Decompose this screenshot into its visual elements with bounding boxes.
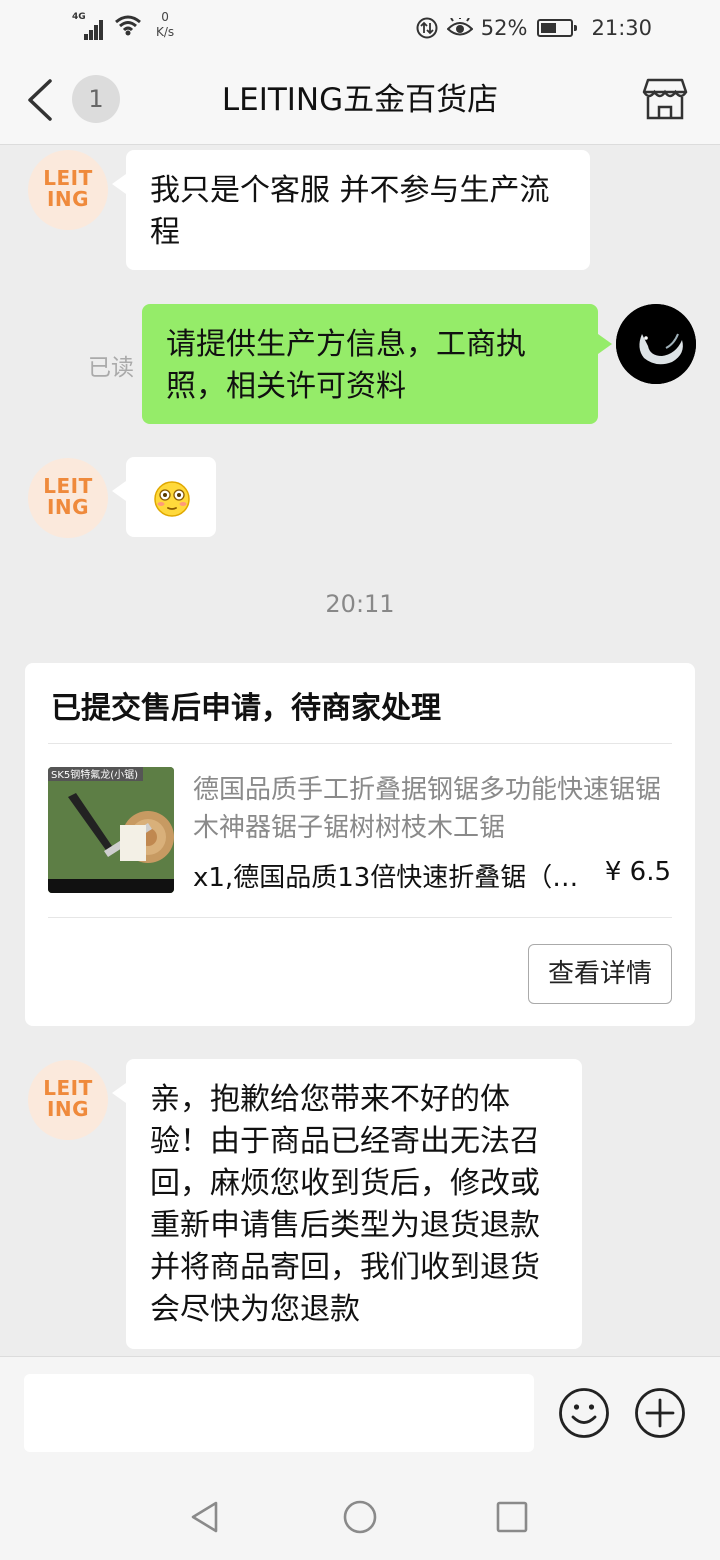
data-saver-icon [416,17,438,39]
avatar-text-line2: ING [46,495,90,519]
storefront-icon[interactable] [642,76,688,122]
avatar-text-line1: LEIT [43,166,93,190]
circle-home-icon[interactable] [343,1500,377,1534]
product-image: SK5钢特氟龙(小锯) [48,767,174,893]
message-bubble-received[interactable]: 我只是个客服 并不参与生产流程 [112,150,590,270]
message-input-bar [0,1356,720,1475]
system-navigation-bar [0,1475,720,1560]
avatar-text-line1: LEIT [43,474,93,498]
status-bar: 4G 0 K/s 52% 21:30 [0,0,720,56]
read-receipt: 已读 [88,355,134,381]
triangle-back-icon[interactable] [188,1500,222,1534]
divider [48,917,672,918]
network-speed-value: 0 [161,10,169,24]
user-avatar[interactable] [616,304,696,384]
thumbnail-banner: SK5钢特氟龙(小锯) [51,768,138,781]
battery-icon [537,19,578,37]
product-thumbnail[interactable]: SK5钢特氟龙(小锯) [48,767,174,893]
network-type: 4G [72,12,86,22]
shop-avatar[interactable]: LEIT ING [28,1060,108,1140]
status-right: 52% 21:30 [415,12,652,44]
avatar-text-line2: ING [46,1097,90,1121]
avatar-text-line2: ING [46,187,90,211]
message-bubble-received[interactable] [112,457,216,537]
signal-icon: 4G [72,12,106,40]
aftersale-card[interactable]: 已提交售后申请，待商家处理 SK5钢特氟龙(小锯) 德国品质手工折叠据钢锯多功能… [25,663,695,1026]
shop-avatar[interactable]: LEIT ING [28,458,108,538]
unread-count-badge[interactable]: 1 [72,75,120,123]
user-avatar-image [616,304,696,384]
chat-area[interactable]: LEIT ING 我只是个客服 并不参与生产流程 已读 请提供生产方信息，工商执… [0,146,720,1356]
status-left: 4G 0 K/s [72,10,174,46]
eye-comfort-icon [446,18,473,36]
chevron-left-icon[interactable] [24,78,58,122]
flushed-face-emoji [154,481,190,517]
network-speed: 0 K/s [156,10,174,40]
status-time: 21:30 [591,16,652,40]
message-bubble-received[interactable]: 亲，抱歉给您带来不好的体验！由于商品已经寄出无法召回，麻烦您收到货后，修改或重新… [112,1059,582,1349]
page-title: LEITING五金百货店 [221,82,499,118]
product-spec: x1,德国品质13倍快速折叠锯（小锯） [193,863,585,893]
wifi-icon [115,15,141,36]
view-details-button[interactable]: 查看详情 [528,944,672,1004]
aftersale-card-title: 已提交售后申请，待商家处理 [51,691,441,726]
square-recents-icon[interactable] [495,1500,529,1534]
shop-avatar[interactable]: LEIT ING [28,150,108,230]
product-name[interactable]: 德国品质手工折叠据钢锯多功能快速锯锯木神器锯子锯树树枝木工锯 [193,771,671,847]
plus-circle-icon[interactable] [634,1387,686,1439]
smiley-face-icon[interactable] [558,1387,610,1439]
divider [48,743,672,744]
message-bubble-sent[interactable]: 请提供生产方信息，工商执照，相关许可资料 [142,304,612,424]
network-speed-unit: K/s [156,25,175,39]
product-price: ¥ 6.5 [604,857,671,887]
avatar-text-line1: LEIT [43,1076,93,1100]
message-timestamp: 20:11 [325,590,395,618]
battery-percent: 52% [480,16,528,40]
message-input[interactable] [24,1374,534,1452]
chat-header: 1 LEITING五金百货店 [0,56,720,145]
